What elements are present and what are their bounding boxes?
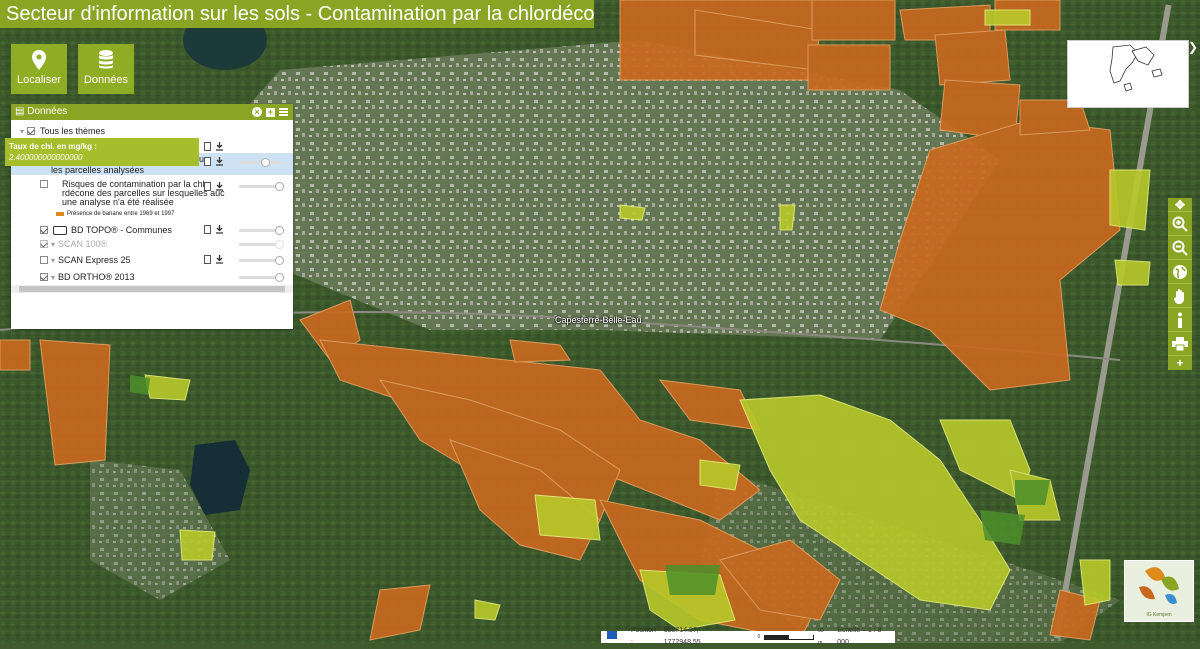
chevron-down-icon[interactable]: ▾ — [51, 256, 55, 265]
zoom-out-icon[interactable] — [1168, 236, 1192, 260]
layer-checkbox[interactable] — [40, 256, 48, 264]
add-layer-icon[interactable]: + — [266, 107, 275, 117]
root-checkbox[interactable] — [27, 127, 36, 135]
legend-swatch — [56, 212, 64, 216]
parcel — [0, 339, 31, 371]
download-icon[interactable] — [215, 225, 224, 234]
layer-label-bdtopo: BD TOPO® - Communes — [71, 225, 172, 235]
chevron-down-icon[interactable]: ▾ — [51, 273, 55, 282]
expand-plus-icon[interactable]: + — [1168, 356, 1192, 370]
parcel — [984, 9, 1031, 26]
globe-icon[interactable] — [1168, 260, 1192, 284]
layer-label-scan100: SCAN 100® — [58, 239, 108, 249]
donnees-label: Données — [83, 74, 129, 86]
layer-checkbox[interactable] — [40, 180, 48, 188]
parcel — [1109, 169, 1151, 231]
overview-map-icon — [1109, 44, 1163, 92]
pan-hand-icon[interactable] — [1168, 284, 1192, 308]
layer-label-risques-line3: une analyse n'a été réalisée — [62, 197, 174, 207]
tree-root-label: Tous les thèmes — [40, 126, 106, 136]
parcel — [811, 0, 896, 41]
parcel — [619, 204, 646, 221]
close-icon[interactable]: × — [252, 107, 262, 117]
tooltip-label: Taux de chl. en mg/kg : — [9, 142, 97, 151]
donnees-button[interactable]: Données — [78, 44, 134, 94]
localiser-label: Localiser — [16, 74, 62, 86]
parcel — [934, 29, 1011, 86]
opacity-slider[interactable] — [239, 256, 284, 265]
pan-arrows-icon[interactable]: ✥ — [1168, 198, 1192, 212]
metadata-icon[interactable] — [204, 157, 211, 166]
parcel — [144, 374, 191, 401]
download-icon[interactable] — [215, 157, 224, 166]
leaf-logo-icon — [1139, 567, 1179, 604]
opacity-slider[interactable] — [239, 240, 284, 249]
metadata-icon[interactable] — [204, 182, 211, 191]
map-toolbar: ✥ + — [1168, 198, 1192, 370]
logo-text: IG Kempen — [1146, 612, 1172, 618]
opacity-slider[interactable] — [239, 273, 284, 282]
tooltip-value: 2.400000000000000 — [9, 153, 83, 162]
place-label: Capesterre-Belle-Eau — [555, 315, 642, 325]
download-icon[interactable] — [215, 142, 224, 151]
parcel — [980, 510, 1025, 545]
zoom-in-icon[interactable] — [1168, 212, 1192, 236]
parcel — [1079, 559, 1111, 606]
parcel — [665, 565, 720, 595]
opacity-slider[interactable] — [239, 158, 283, 167]
legend-label: Présence de banane entre 1969 et 1997 — [67, 211, 175, 217]
metadata-icon[interactable] — [204, 255, 211, 264]
parcel — [179, 529, 216, 561]
download-icon[interactable] — [215, 255, 224, 264]
layer-label-analysees: les parcelles analysées — [51, 165, 145, 175]
scale-label: Echelle ≈ 1 / 9 000 — [837, 627, 882, 646]
database-icon — [78, 50, 134, 70]
parcel — [1114, 259, 1151, 286]
scrollbar-thumb[interactable] — [19, 286, 285, 292]
status-bar: Position : 650714.97, 1772948.55 0 93 m … — [601, 627, 895, 646]
scale-start: 0 — [757, 634, 761, 640]
legend-item: Présence de banane entre 1969 et 1997 — [56, 211, 174, 217]
polygon-legend-icon — [53, 225, 67, 235]
app-title: Secteur d'information sur les sols - Con… — [0, 0, 594, 28]
data-panel-title: Données — [27, 106, 68, 117]
layer-checkbox[interactable] — [40, 240, 48, 248]
tree-root-row[interactable]: ▾ Tous les thèmes — [17, 124, 293, 138]
layer-label-bdortho: BD ORTHO® 2013 — [58, 272, 135, 282]
layer-checkbox[interactable] — [40, 273, 48, 281]
data-panel-header: ▤ Données × + — [11, 104, 293, 120]
parcel — [130, 375, 150, 395]
position-value: 650714.97, 1772948.55 — [663, 627, 701, 646]
info-icon[interactable] — [1168, 308, 1192, 332]
partner-logo: IG Kempen — [1124, 560, 1194, 622]
flag-icon — [607, 630, 617, 644]
localiser-button[interactable]: Localiser — [11, 44, 67, 94]
map-pin-icon — [11, 50, 67, 70]
minimap-toggle-arrow-icon[interactable]: ❯ — [1188, 40, 1198, 54]
position-label: Position : — [631, 627, 656, 646]
menu-icon[interactable] — [279, 108, 288, 116]
print-icon[interactable] — [1168, 332, 1192, 356]
parcel — [534, 494, 601, 541]
layer-label-scanexpress: SCAN Express 25 — [58, 255, 131, 265]
download-icon[interactable] — [215, 182, 224, 191]
metadata-icon[interactable] — [204, 225, 211, 234]
scale-end: 93 m — [818, 628, 824, 646]
metadata-icon[interactable] — [204, 142, 211, 151]
parcel — [779, 204, 796, 231]
scale-bar — [764, 634, 815, 640]
opacity-slider[interactable] — [239, 226, 284, 235]
parcel — [699, 459, 741, 491]
layers-icon: ▤ — [15, 106, 25, 117]
panel-horizontal-scrollbar[interactable] — [11, 285, 293, 293]
chevron-down-icon[interactable]: ▾ — [51, 240, 55, 249]
opacity-slider[interactable] — [239, 182, 284, 191]
parcel — [807, 44, 891, 91]
value-tooltip: Taux de chl. en mg/kg : 2.40000000000000… — [5, 138, 199, 166]
layer-checkbox[interactable] — [40, 226, 48, 234]
overview-minimap[interactable] — [1067, 40, 1189, 108]
chevron-down-icon[interactable]: ▾ — [20, 127, 24, 136]
parcel — [1015, 480, 1050, 505]
